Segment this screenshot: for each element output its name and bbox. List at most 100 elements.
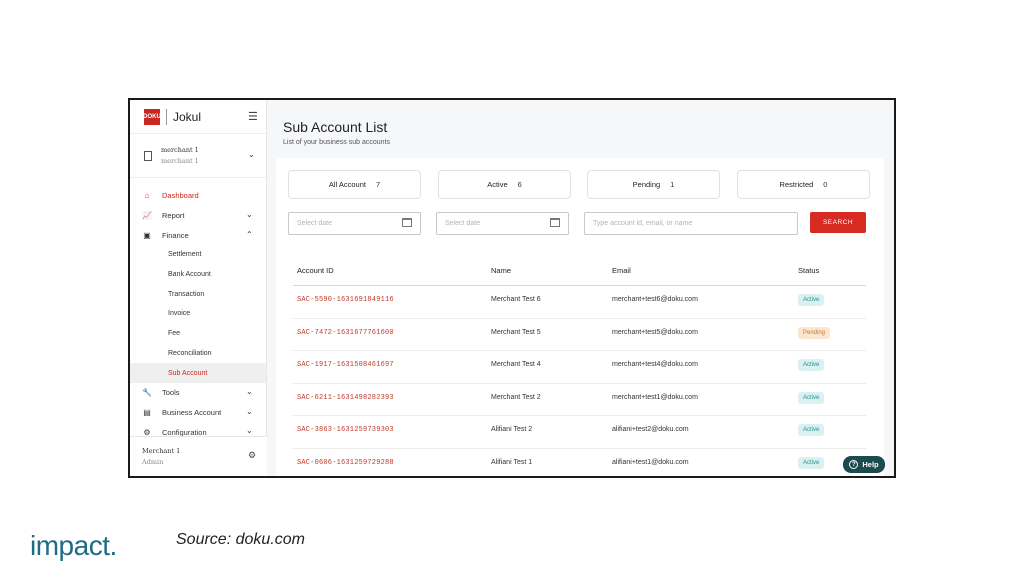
status-badge: Active <box>798 424 825 436</box>
brand-name: Jokul <box>173 109 202 124</box>
help-label: Help <box>862 460 879 469</box>
sidebar-item-label: Dashboard <box>162 191 199 201</box>
chevron-up-icon: ⌃ <box>246 230 253 240</box>
end-date-input[interactable]: Select date <box>436 212 569 235</box>
account-id-link[interactable]: SAC-0606-1631259729288 <box>297 459 394 467</box>
sidebar-item-transaction[interactable]: Transaction <box>130 284 266 304</box>
sidebar-item-settlement[interactable]: Settlement <box>130 245 266 265</box>
sidebar-item-label: Report <box>162 211 185 221</box>
tab-label: All Account <box>328 180 366 189</box>
sidebar-item-label: Finance <box>162 230 189 240</box>
table-row[interactable]: SAC-7472-1631677761600 Merchant Test 5 m… <box>293 319 866 351</box>
account-id-link[interactable]: SAC-1917-1631508461697 <box>297 361 394 369</box>
start-date-input[interactable]: Select date <box>288 212 421 235</box>
column-header-status: Status <box>798 266 820 275</box>
sidebar-item-reconciliation[interactable]: Reconciliation <box>130 344 266 364</box>
account-id-link[interactable]: SAC-3863-1631259739303 <box>297 426 394 434</box>
money-icon: ▣ <box>143 230 151 240</box>
book-icon: ▤ <box>143 407 151 417</box>
account-email: merchant+test1@doku.com <box>612 393 698 401</box>
table-row[interactable]: SAC-0606-1631259729288 Alifiani Test 1 a… <box>293 449 866 477</box>
chevron-down-icon: ⌄ <box>246 386 253 396</box>
tab-count: 6 <box>517 180 522 189</box>
calendar-icon <box>402 218 412 227</box>
account-name: Merchant Test 2 <box>491 393 541 401</box>
status-badge: Active <box>798 359 825 371</box>
page-title: Sub Account List <box>283 119 388 135</box>
status-badge: Active <box>798 391 825 404</box>
tab-label: Pending <box>632 180 661 189</box>
help-button[interactable]: ? Help <box>843 456 885 473</box>
column-header-name: Name <box>491 266 512 275</box>
chevron-down-icon: ⌄ <box>246 209 253 219</box>
sidebar-item-invoice[interactable]: Invoice <box>130 304 266 324</box>
user-footer: Merchant 1 Admin ⚙ <box>130 436 267 476</box>
account-sub: merchant 1 <box>161 156 199 165</box>
tab-count: 1 <box>670 180 675 189</box>
sidebar-item-fee[interactable]: Fee <box>130 324 266 344</box>
table-row[interactable]: SAC-6211-1631498282393 Merchant Test 2 m… <box>293 384 866 416</box>
impact-logo: impact. <box>30 530 117 561</box>
account-id-link[interactable]: SAC-6211-1631498282393 <box>297 394 394 402</box>
chevron-down-icon: ⌄ <box>246 406 253 416</box>
sidebar-item-sub-account[interactable]: Sub Account <box>130 363 266 383</box>
account-name: Alifiani Test 2 <box>491 426 533 433</box>
settings-gear-icon[interactable]: ⚙ <box>248 451 256 462</box>
brand-header: DOKU Jokul ☰ <box>130 100 266 134</box>
date-placeholder: Select date <box>445 220 481 227</box>
calendar-icon <box>550 218 560 227</box>
doku-logo: DOKU <box>143 108 161 125</box>
chart-icon: 📈 <box>142 211 152 221</box>
home-icon: ⌂ <box>144 191 150 201</box>
sidebar-item-business-account[interactable]: ▤ Business Account ⌄ <box>130 403 266 423</box>
status-badge: Active <box>798 294 825 306</box>
tab-all-account[interactable]: All Account 7 <box>288 170 421 199</box>
sidebar-item-report[interactable]: 📈 Report ⌄ <box>130 206 266 226</box>
search-input[interactable]: Type account id, email, or name <box>584 212 798 235</box>
sidebar-nav: ⌂ Dashboard 📈 Report ⌄ ▣ Finance ⌃ Settl… <box>130 178 266 442</box>
sidebar-item-label: Business Account <box>162 407 222 417</box>
account-name: Alifiani Test 1 <box>491 458 533 466</box>
source-caption: Source: doku.com <box>176 531 305 548</box>
page-subtitle: List of your business sub accounts <box>283 139 391 146</box>
sidebar-item-finance[interactable]: ▣ Finance ⌃ <box>130 225 266 245</box>
column-header-account-id: Account ID <box>297 266 334 275</box>
sidebar-item-dashboard[interactable]: ⌂ Dashboard <box>130 186 266 206</box>
hamburger-menu-icon[interactable]: ☰ <box>248 110 258 123</box>
account-email: merchant+test6@doku.com <box>612 296 698 303</box>
table-row[interactable]: SAC-3863-1631259739303 Alifiani Test 2 a… <box>293 416 866 449</box>
account-name: Merchant Test 5 <box>491 328 541 336</box>
tab-count: 7 <box>375 180 381 189</box>
account-email: merchant+test5@doku.com <box>612 328 698 336</box>
tab-pending[interactable]: Pending 1 <box>587 170 720 199</box>
column-header-email: Email <box>612 266 631 275</box>
sidebar: DOKU Jokul ☰ merchant 1 merchant 1 ⌄ ⌂ D… <box>130 100 267 476</box>
account-id-link[interactable]: SAC-7472-1631677761600 <box>297 329 394 337</box>
account-email: merchant+test4@doku.com <box>612 361 698 368</box>
table-header: Account ID Name Email Status <box>293 259 866 286</box>
main-content: Sub Account List List of your business s… <box>267 100 894 477</box>
table-row[interactable]: SAC-1917-1631508461697 Merchant Test 4 m… <box>293 351 866 384</box>
sidebar-item-bank-account[interactable]: Bank Account <box>130 265 266 285</box>
building-icon <box>144 150 152 161</box>
account-id-link[interactable]: SAC-5590-1631691849116 <box>297 296 394 304</box>
tab-active[interactable]: Active 6 <box>438 170 571 199</box>
account-name: merchant 1 <box>161 145 199 154</box>
account-name: Merchant Test 4 <box>491 361 541 368</box>
account-email: alifiani+test1@doku.com <box>612 458 689 466</box>
status-badge: Active <box>798 456 825 469</box>
search-button[interactable]: SEARCH <box>810 212 866 233</box>
account-name: Merchant Test 6 <box>491 296 541 303</box>
tab-restricted[interactable]: Restricted 0 <box>737 170 870 199</box>
sidebar-item-label: Tools <box>162 388 180 398</box>
search-placeholder: Type account id, email, or name <box>593 220 693 227</box>
status-badge: Pending <box>798 326 831 339</box>
table-row[interactable]: SAC-5590-1631691849116 Merchant Test 6 m… <box>293 286 866 319</box>
account-switcher[interactable]: merchant 1 merchant 1 ⌄ <box>130 134 266 178</box>
wrench-icon: 🔧 <box>142 388 152 398</box>
sidebar-item-tools[interactable]: 🔧 Tools ⌄ <box>130 383 266 403</box>
account-email: alifiani+test2@doku.com <box>612 426 689 433</box>
question-icon: ? <box>849 460 859 469</box>
brand-divider <box>166 108 167 125</box>
tab-count: 0 <box>823 180 828 189</box>
